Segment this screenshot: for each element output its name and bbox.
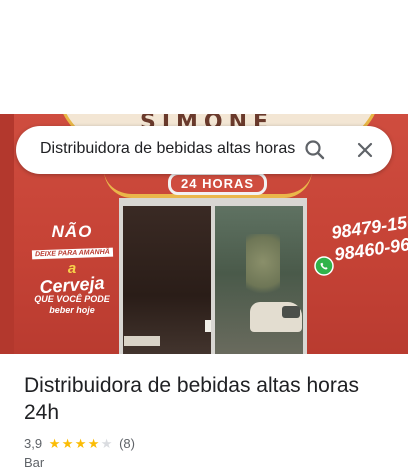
car-window xyxy=(282,306,300,318)
slogan-line: DEIXE PARA AMANHÃ xyxy=(31,247,113,260)
slogan-line: beber hoje xyxy=(49,305,95,315)
search-bar[interactable]: Distribuidora de bebidas altas horas xyxy=(16,126,392,174)
close-button[interactable] xyxy=(351,136,379,164)
wall-edge xyxy=(0,114,14,354)
sign-24h-label: 24 HORAS xyxy=(168,172,268,195)
tree-reflection xyxy=(246,234,280,304)
place-title: Distribuidora de bebidas altas horas 24h xyxy=(24,374,360,424)
review-count[interactable]: (8) xyxy=(119,436,135,451)
star-filled-icon: ★ xyxy=(87,435,100,451)
search-button[interactable] xyxy=(301,136,329,164)
rating-row[interactable]: 3,9 ★ ★ ★ ★ ★ (8) xyxy=(24,434,135,452)
search-input[interactable]: Distribuidora de bebidas altas horas xyxy=(40,140,298,158)
storefront-slogan: NÃO DEIXE PARA AMANHÃ a Cerveja QUE VOCÊ… xyxy=(22,222,122,316)
star-rating: ★ ★ ★ ★ ★ xyxy=(48,437,113,450)
store-tray xyxy=(124,336,160,346)
star-empty-icon: ★ xyxy=(100,435,113,451)
door-glass-left xyxy=(123,206,211,354)
star-filled-icon: ★ xyxy=(61,435,74,451)
slogan-line: NÃO xyxy=(51,222,93,241)
close-icon xyxy=(357,142,373,158)
star-filled-icon: ★ xyxy=(74,435,87,451)
map-area-blank xyxy=(0,0,408,114)
whatsapp-icon xyxy=(314,256,334,276)
rating-value: 3,9 xyxy=(24,435,43,451)
search-icon xyxy=(305,140,325,160)
star-filled-icon: ★ xyxy=(48,435,61,451)
door-lamp xyxy=(205,320,211,332)
